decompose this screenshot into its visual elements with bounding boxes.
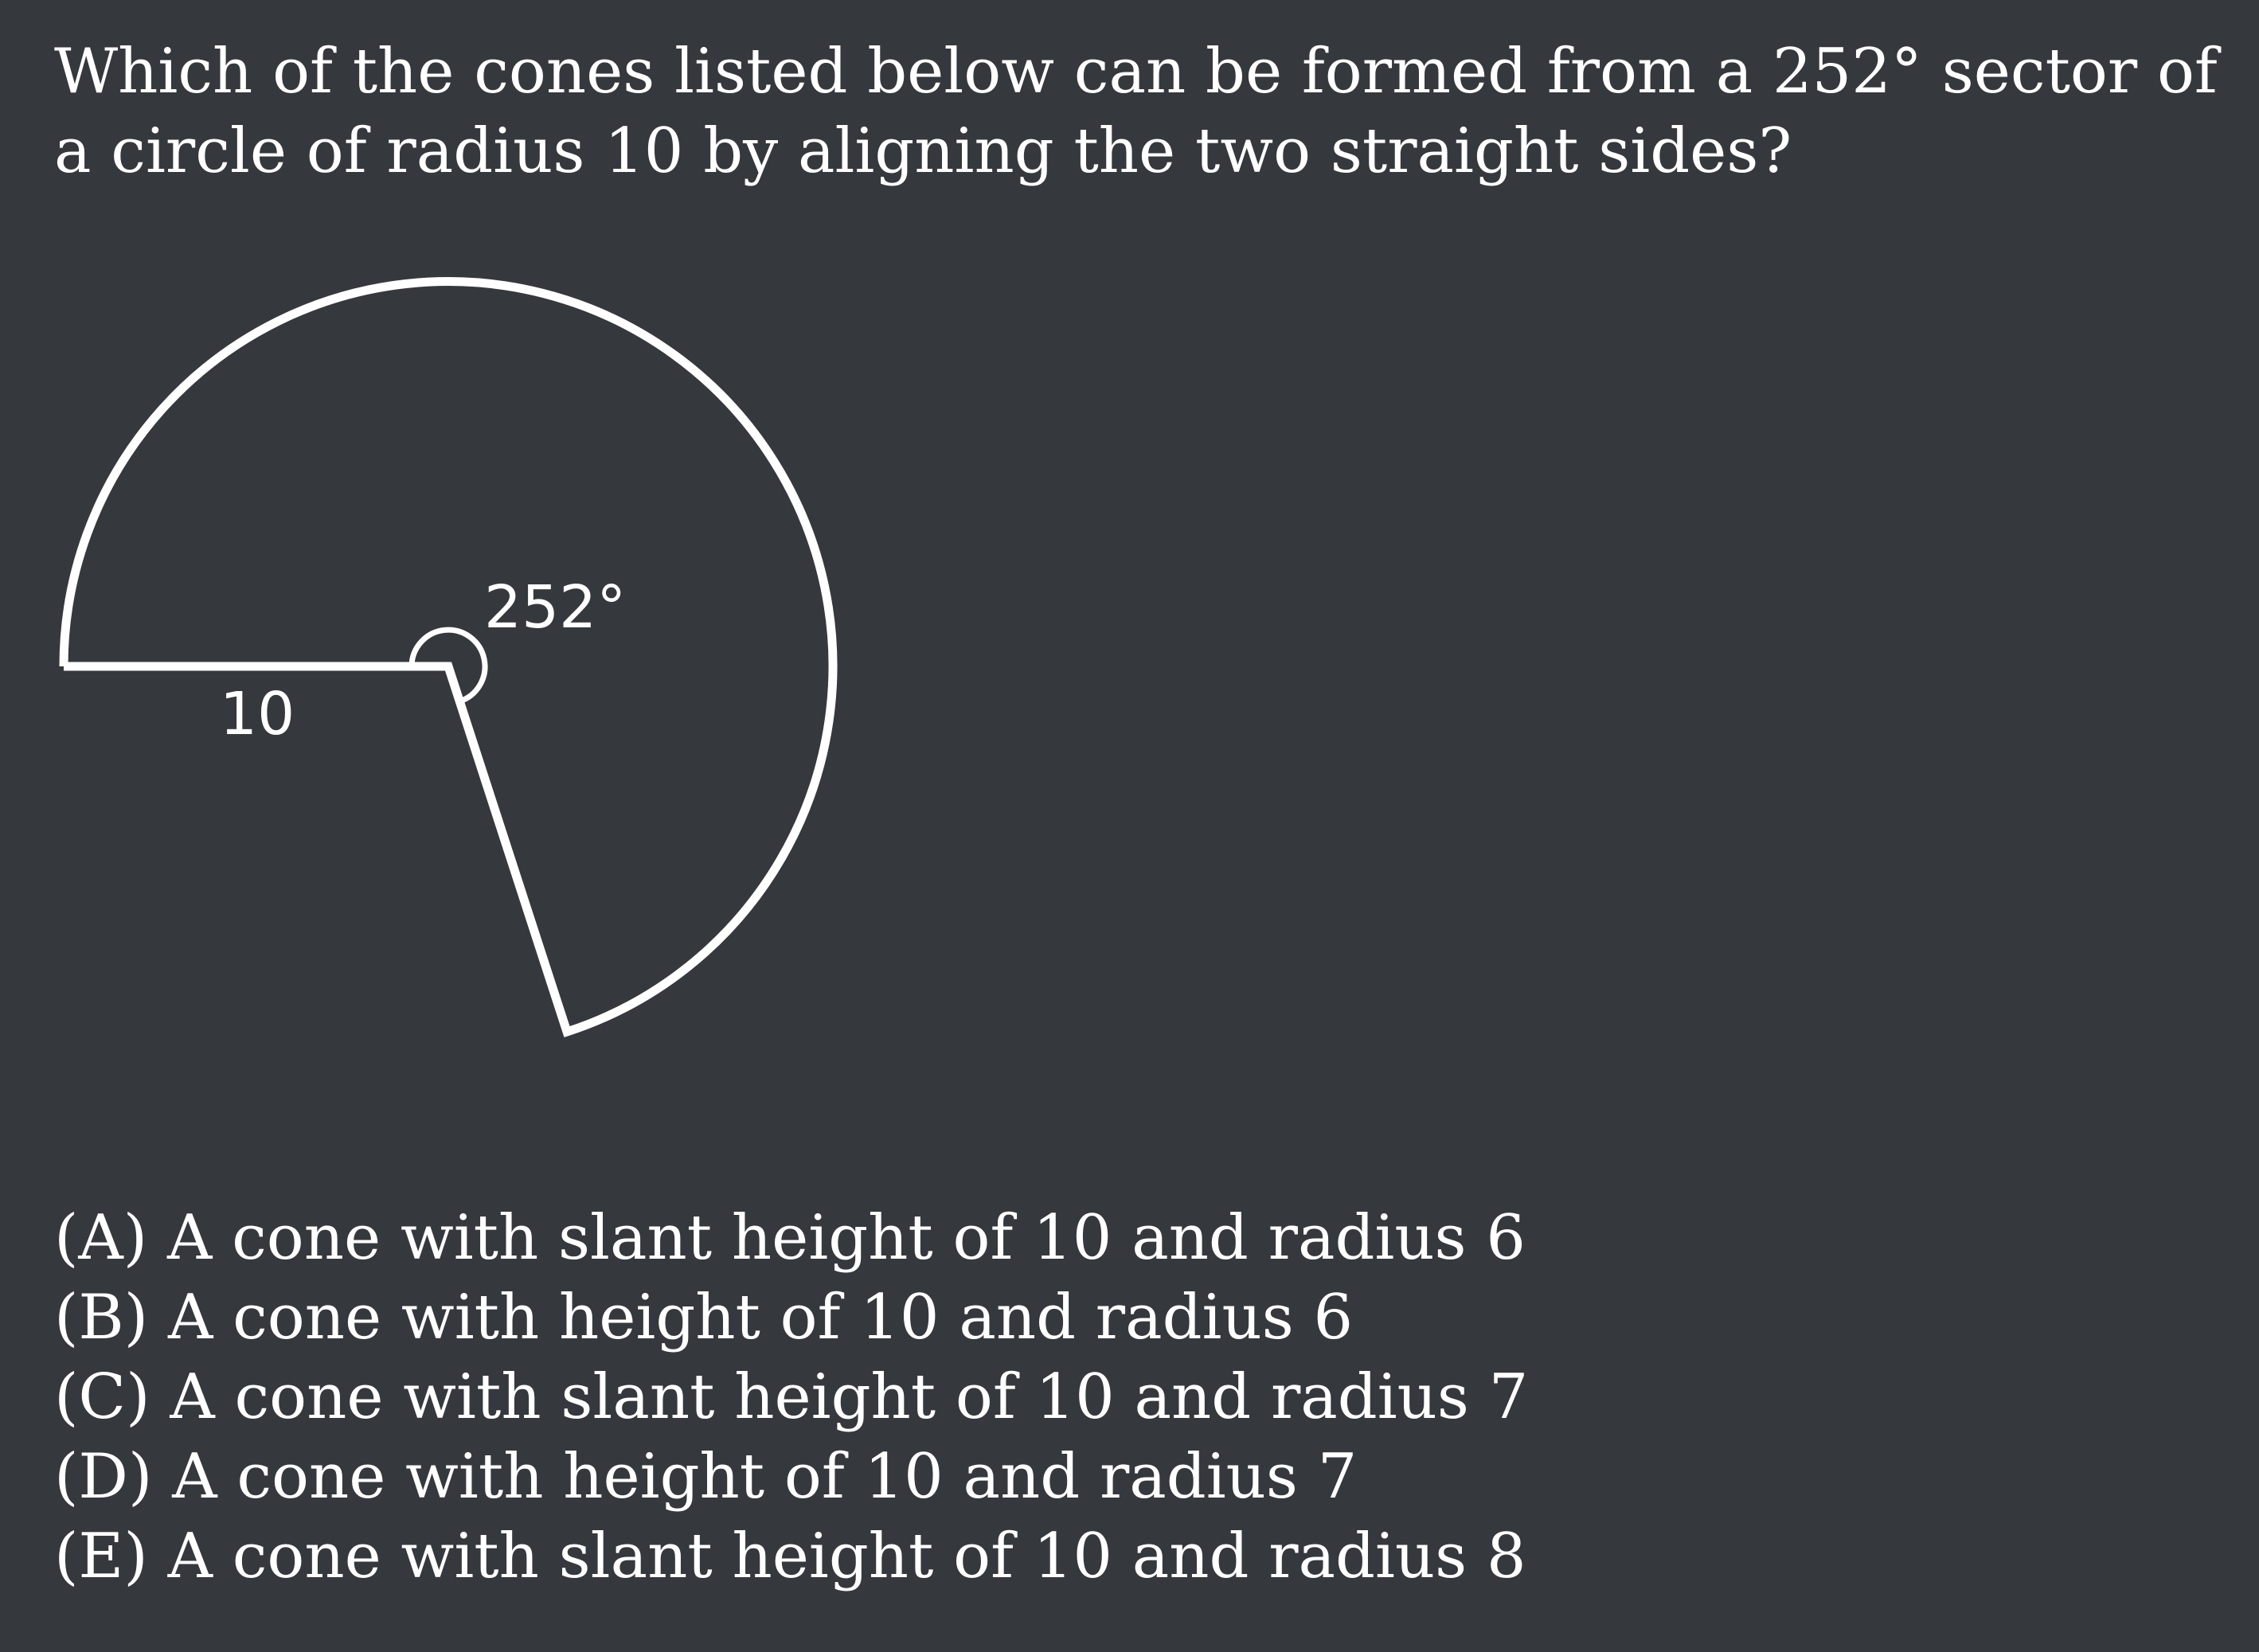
choice-e[interactable]: (E) A cone with slant height of 10 and r… [54, 1517, 1528, 1596]
answer-choices: (A) A cone with slant height of 10 and r… [54, 1198, 1528, 1596]
choice-a[interactable]: (A) A cone with slant height of 10 and r… [54, 1198, 1528, 1278]
sector-outline [59, 277, 838, 1037]
choice-d[interactable]: (D) A cone with height of 10 and radius … [54, 1437, 1528, 1517]
radius-label: 10 [220, 680, 295, 748]
choice-b[interactable]: (B) A cone with height of 10 and radius … [54, 1278, 1528, 1357]
choice-c[interactable]: (C) A cone with slant height of 10 and r… [54, 1357, 1528, 1437]
angle-label: 252° [484, 573, 626, 642]
